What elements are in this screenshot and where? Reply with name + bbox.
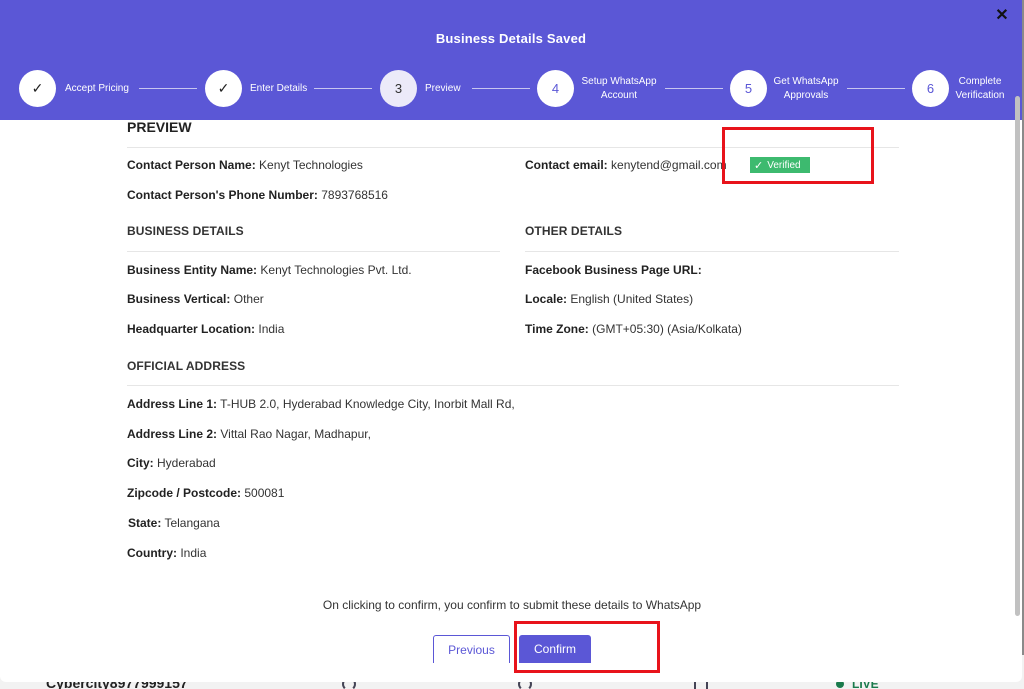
step-connector <box>847 88 905 89</box>
country-value: India <box>180 546 207 560</box>
step-6-number: 6 <box>912 70 949 107</box>
city-value: Hyderabad <box>157 456 216 470</box>
step-5-label-line2: Approvals <box>783 90 829 101</box>
step-2-label: Enter Details <box>250 83 308 94</box>
country-label: Country: <box>127 546 177 560</box>
step-connector <box>314 88 372 89</box>
divider <box>127 251 500 252</box>
scrollbar[interactable] <box>1015 96 1020 616</box>
time-zone-label: Time Zone: <box>525 322 589 336</box>
address-line2-label: Address Line 2: <box>127 427 218 441</box>
step-4-number: 4 <box>537 70 574 107</box>
headquarter-value: India <box>258 322 285 336</box>
time-zone-value: (GMT+05:30) (Asia/Kolkata) <box>592 322 742 336</box>
city-row: City: Hyderabad <box>127 456 216 470</box>
close-icon[interactable]: ✕ <box>994 8 1010 24</box>
step-4-label-line2: Account <box>600 90 638 101</box>
business-entity-label: Business Entity Name: <box>127 263 258 277</box>
address-line1-label: Address Line 1: <box>127 397 218 411</box>
contact-name-row: Contact Person Name: Kenyt Technologies <box>127 158 363 172</box>
step-5-label-line1: Get WhatsApp <box>773 76 839 87</box>
zipcode-row: Zipcode / Postcode: 500081 <box>127 486 284 500</box>
step-3-label: Preview <box>425 83 461 94</box>
step-6-label-line2: Verification <box>955 90 1005 101</box>
facebook-page-label: Facebook Business Page URL: <box>525 263 702 277</box>
business-vertical-value: Other <box>233 292 264 306</box>
step-1-label: Accept Pricing <box>65 83 129 94</box>
state-row: State: Telangana <box>128 516 220 530</box>
contact-email-label: Contact email: <box>525 158 608 172</box>
state-label: State: <box>128 516 162 530</box>
modal-header: ✕ Business Details Saved ✓ Accept Pricin… <box>0 0 1022 120</box>
contact-phone-label: Contact Person's Phone Number: <box>127 188 318 202</box>
step-6-label-line1: Complete <box>958 76 1002 87</box>
headquarter-row: Headquarter Location: India <box>127 322 284 336</box>
locale-label: Locale: <box>525 292 568 306</box>
divider <box>127 385 899 386</box>
modal-title: Business Details Saved <box>435 31 587 46</box>
business-vertical-label: Business Vertical: <box>127 292 231 306</box>
headquarter-label: Headquarter Location: <box>127 322 256 336</box>
step-6-label: Complete Verification <box>950 75 1010 103</box>
business-details-title: BUSINESS DETAILS <box>127 224 244 238</box>
confirm-note: On clicking to confirm, you confirm to s… <box>322 598 702 612</box>
country-row: Country: India <box>127 546 206 560</box>
contact-phone-row: Contact Person's Phone Number: 789376851… <box>127 188 388 202</box>
address-line1-value: T-HUB 2.0, Hyderabad Knowledge City, Ino… <box>220 397 515 411</box>
other-details-title: OTHER DETAILS <box>525 224 623 238</box>
step-connector <box>665 88 723 89</box>
step-2-check-icon: ✓ <box>205 70 242 107</box>
previous-button[interactable]: Previous <box>433 635 510 663</box>
address-line2-value: Vittal Rao Nagar, Madhapur, <box>220 427 371 441</box>
step-connector <box>139 88 197 89</box>
highlight-box-confirm <box>514 621 660 673</box>
step-5-label: Get WhatsApp Approvals <box>762 75 850 103</box>
divider <box>525 251 899 252</box>
step-3-number: 3 <box>380 70 417 107</box>
step-1-check-icon: ✓ <box>19 70 56 107</box>
contact-name-value: Kenyt Technologies <box>259 158 363 172</box>
highlight-box-verified <box>722 127 874 184</box>
address-line2-row: Address Line 2: Vittal Rao Nagar, Madhap… <box>127 427 371 441</box>
state-value: Telangana <box>164 516 220 530</box>
zipcode-label: Zipcode / Postcode: <box>127 486 242 500</box>
contact-phone-value: 7893768516 <box>321 188 388 202</box>
step-connector <box>472 88 530 89</box>
contact-email-value: kenytend@gmail.com <box>611 158 727 172</box>
business-entity-value: Kenyt Technologies Pvt. Ltd. <box>260 263 412 277</box>
zipcode-value: 500081 <box>244 486 285 500</box>
city-label: City: <box>127 456 154 470</box>
locale-value: English (United States) <box>570 292 694 306</box>
facebook-page-row: Facebook Business Page URL: <box>525 263 702 277</box>
time-zone-row: Time Zone: (GMT+05:30) (Asia/Kolkata) <box>525 322 742 336</box>
contact-name-label: Contact Person Name: <box>127 158 256 172</box>
locale-row: Locale: English (United States) <box>525 292 693 306</box>
official-address-title: OFFICIAL ADDRESS <box>127 359 246 373</box>
contact-email-row: Contact email: kenytend@gmail.com <box>525 158 727 172</box>
business-details-modal: ✕ Business Details Saved ✓ Accept Pricin… <box>0 0 1022 682</box>
step-4-label-line1: Setup WhatsApp <box>581 76 657 87</box>
address-line1-row: Address Line 1: T-HUB 2.0, Hyderabad Kno… <box>127 397 515 411</box>
preview-title: PREVIEW <box>127 119 192 135</box>
business-vertical-row: Business Vertical: Other <box>127 292 264 306</box>
step-4-label: Setup WhatsApp Account <box>574 75 664 103</box>
business-entity-row: Business Entity Name: Kenyt Technologies… <box>127 263 412 277</box>
